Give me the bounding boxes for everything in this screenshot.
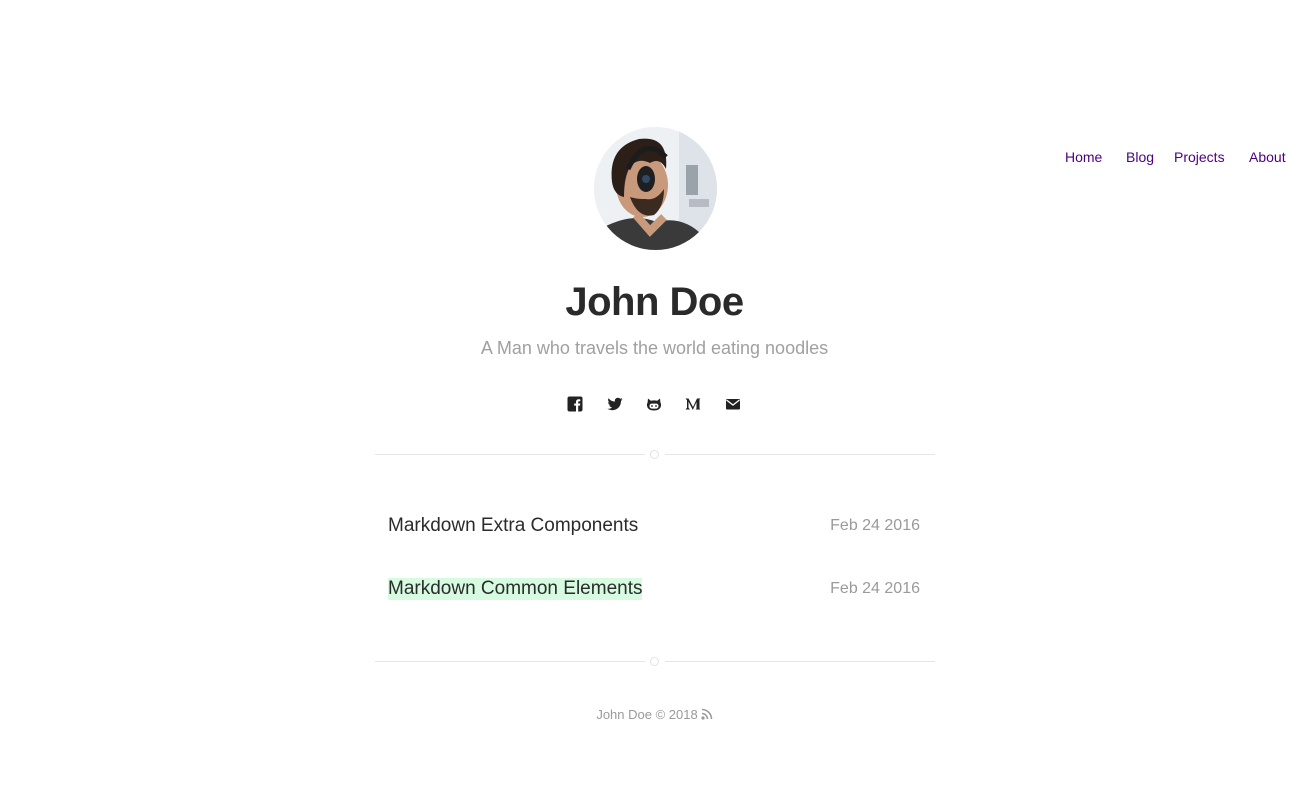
rss-icon[interactable] xyxy=(701,708,713,720)
post-title-link[interactable]: Markdown Common Elements xyxy=(388,578,643,600)
post-title-link[interactable]: Markdown Extra Components xyxy=(388,515,638,537)
footer-copyright: John Doe © 2018 xyxy=(596,707,698,722)
profile-name: John Doe xyxy=(565,280,744,324)
social-links xyxy=(565,395,745,413)
facebook-icon[interactable] xyxy=(566,395,584,413)
page: Home Blog Projects About John Doe A Man … xyxy=(0,0,1309,806)
post-date: Feb 24 2016 xyxy=(830,517,920,534)
nav-blog-link[interactable]: Blog xyxy=(1126,149,1154,165)
medium-icon[interactable] xyxy=(684,395,702,413)
nav-about-link[interactable]: About xyxy=(1249,149,1286,165)
avatar xyxy=(594,127,717,250)
profile-tagline: A Man who travels the world eating noodl… xyxy=(480,338,829,358)
post-list-item: Markdown Common Elements Feb 24 2016 xyxy=(375,576,935,604)
section-divider xyxy=(375,657,935,667)
nav-home-link[interactable]: Home xyxy=(1065,149,1102,165)
github-icon[interactable] xyxy=(645,395,663,413)
twitter-icon[interactable] xyxy=(606,395,624,413)
post-list-item: Markdown Extra Components Feb 24 2016 xyxy=(375,513,935,541)
post-date: Feb 24 2016 xyxy=(830,580,920,597)
mail-icon[interactable] xyxy=(724,395,742,413)
nav-projects-link[interactable]: Projects xyxy=(1174,149,1225,165)
footer: John Doe © 2018 xyxy=(0,707,1309,722)
avatar-image xyxy=(594,127,717,250)
section-divider xyxy=(375,450,935,460)
